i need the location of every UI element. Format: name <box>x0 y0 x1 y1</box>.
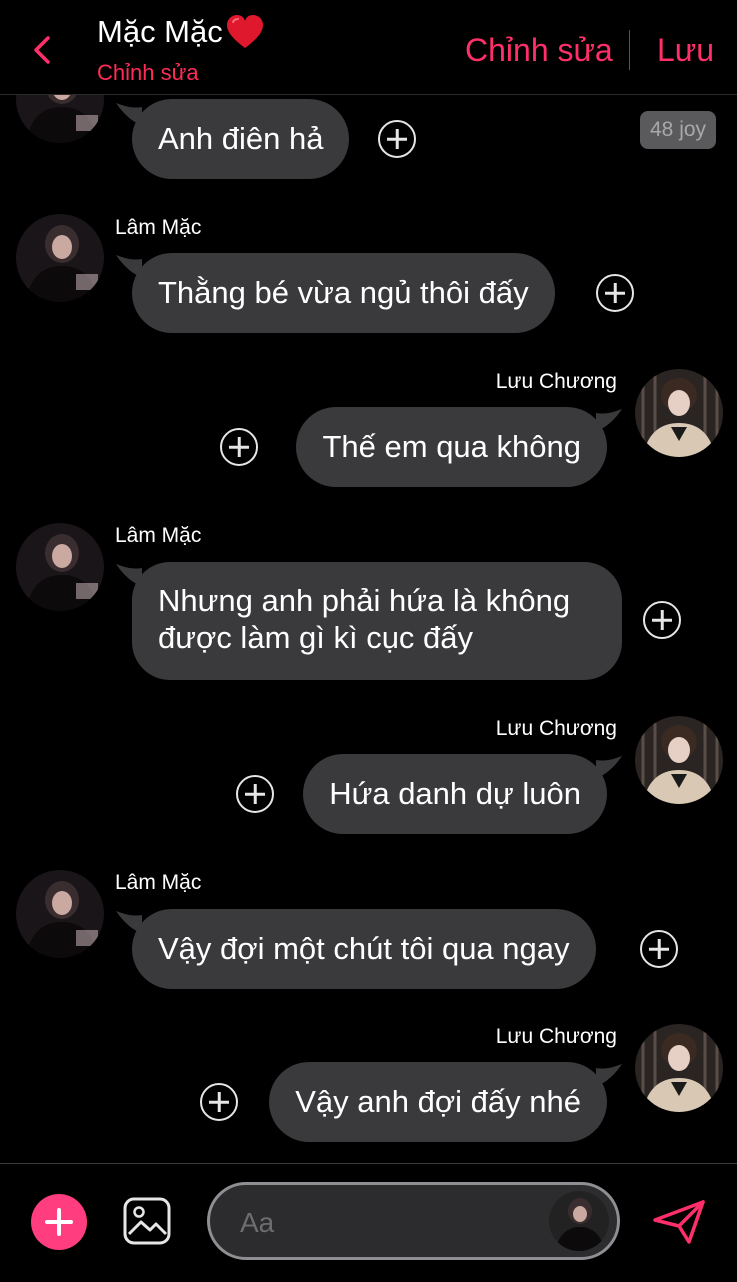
avatar-luu-chuong[interactable] <box>635 716 723 804</box>
message-bubble[interactable]: Thằng bé vừa ngủ thôi đấy <box>132 253 555 333</box>
message-bubble[interactable]: Thế em qua không <box>296 407 607 487</box>
red-heart-icon <box>226 15 263 48</box>
react-plus-icon[interactable] <box>200 1083 238 1121</box>
sender-name: Lâm Mặc <box>115 871 202 894</box>
react-plus-icon[interactable] <box>596 274 634 312</box>
composer-bar <box>0 1163 737 1282</box>
react-plus-icon[interactable] <box>640 930 678 968</box>
chat-title: Mặc Mặc <box>97 14 265 50</box>
message-bubble[interactable]: Nhưng anh phải hứa là không được làm gì … <box>132 562 622 680</box>
joy-badge: 48 joy <box>640 111 717 149</box>
send-icon[interactable] <box>651 1198 707 1246</box>
react-plus-icon[interactable] <box>643 601 681 639</box>
image-icon[interactable] <box>122 1196 172 1246</box>
sender-name: Lưu Chương <box>495 370 617 393</box>
react-plus-icon[interactable] <box>378 120 416 158</box>
avatar-luu-chuong[interactable] <box>635 1024 723 1112</box>
edit-button[interactable]: Chỉnh sửa <box>465 32 613 69</box>
message-input-wrapper <box>207 1182 620 1260</box>
plus-icon[interactable] <box>31 1194 87 1250</box>
avatar-sticker-button[interactable] <box>549 1191 609 1251</box>
header-divider <box>629 30 630 70</box>
chat-header: Mặc Mặc Chỉnh sửa Chỉnh sửa Lưu <box>0 0 737 95</box>
message-list[interactable]: Anh điên hả 48 joy Lâm Mặc Thằng bé vừa … <box>0 95 737 1163</box>
chat-title-text: Mặc Mặc <box>97 14 223 49</box>
sender-name: Lưu Chương <box>495 717 617 740</box>
message-bubble[interactable]: Vậy anh đợi đấy nhé <box>269 1062 607 1142</box>
save-button[interactable]: Lưu <box>657 32 714 69</box>
sender-name: Lâm Mặc <box>115 216 202 239</box>
avatar-lam-mac[interactable] <box>16 95 104 143</box>
message-bubble[interactable]: Hứa danh dự luôn <box>303 754 607 834</box>
message-input[interactable] <box>238 1203 542 1243</box>
avatar-lam-mac[interactable] <box>16 870 104 958</box>
react-plus-icon[interactable] <box>220 428 258 466</box>
message-bubble[interactable]: Anh điên hả <box>132 99 350 179</box>
chat-subtitle[interactable]: Chỉnh sửa <box>97 60 199 86</box>
message-bubble[interactable]: Vậy đợi một chút tôi qua ngay <box>132 909 596 989</box>
avatar-luu-chuong[interactable] <box>635 369 723 457</box>
chevron-left-icon[interactable] <box>28 30 58 70</box>
react-plus-icon[interactable] <box>236 775 274 813</box>
avatar-lam-mac[interactable] <box>16 523 104 611</box>
sender-name: Lâm Mặc <box>115 524 202 547</box>
avatar-lam-mac[interactable] <box>16 214 104 302</box>
sender-name: Lưu Chương <box>495 1025 617 1048</box>
